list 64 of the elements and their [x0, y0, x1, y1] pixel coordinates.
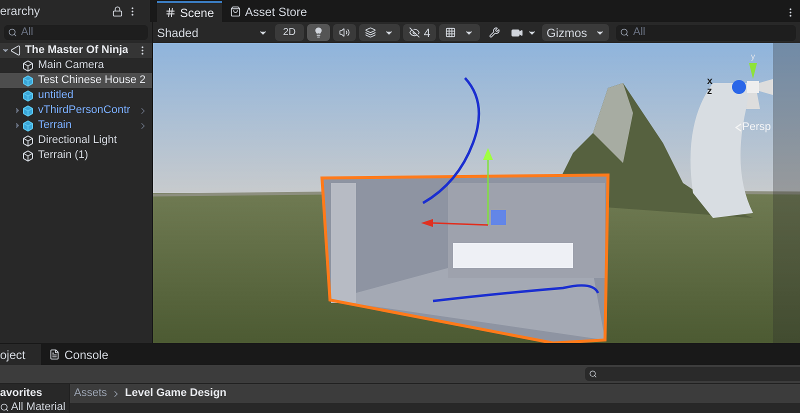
hierarchy-item[interactable]: Terrain (1): [0, 148, 152, 163]
item-label: The Master Of Ninja: [25, 43, 128, 58]
favorites-item[interactable]: All Material: [0, 400, 69, 413]
item-label: vThirdPersonContr: [38, 103, 130, 118]
hierarchy-item[interactable]: Test Chinese House 2: [0, 73, 152, 88]
layers-icon: [364, 27, 376, 38]
item-label: Test Chinese House 2: [38, 73, 146, 88]
effects-dropdown[interactable]: [358, 24, 400, 41]
grid-icon: [165, 7, 176, 18]
audio-toggle[interactable]: [332, 24, 356, 41]
favorites-header[interactable]: avorites: [0, 386, 69, 400]
camera-icon: [511, 26, 524, 38]
hierarchy-tab[interactable]: erarchy: [0, 0, 150, 22]
search-icon: [0, 402, 9, 412]
prefab-cube-icon: [22, 90, 34, 102]
2d-toggle[interactable]: 2D: [275, 24, 304, 41]
hierarchy-item[interactable]: untitled: [0, 88, 152, 103]
breadcrumb-item[interactable]: Level Game Design: [125, 385, 227, 402]
tools-icon: [489, 27, 500, 38]
search-placeholder: All: [633, 25, 646, 40]
axis-label: x: [707, 77, 713, 87]
hidden-eye-icon: [408, 27, 420, 38]
expand-arrow-icon[interactable]: [0, 46, 10, 55]
unity-scene-icon: [10, 45, 21, 56]
search-icon: [620, 28, 630, 37]
prefab-cube-icon: [22, 104, 34, 116]
axis-label: y: [751, 53, 755, 61]
project-tab[interactable]: Console: [41, 344, 116, 365]
cube-icon: [22, 134, 34, 146]
prefab-cube-icon: [22, 120, 34, 132]
hierarchy-item[interactable]: vThirdPersonContr: [0, 103, 152, 118]
cube-icon: [22, 150, 34, 162]
hidden-count: 4: [424, 24, 430, 42]
prefab-cube-icon: [22, 74, 34, 86]
breadcrumb-item[interactable]: Assets: [74, 385, 108, 402]
search-icon: [8, 28, 17, 37]
bag-icon: [230, 6, 242, 17]
grid-icon: [445, 27, 456, 38]
project-search-field[interactable]: [585, 367, 800, 381]
visibility-toggle[interactable]: 4: [402, 24, 436, 41]
hierarchy-item[interactable]: Terrain: [0, 118, 152, 133]
speaker-icon: [338, 27, 350, 38]
item-label: Directional Light: [38, 133, 117, 148]
lightbulb-icon: [312, 27, 324, 38]
console-icon: [49, 349, 60, 360]
item-label: Terrain (1): [38, 148, 88, 164]
hierarchy-item[interactable]: Main Camera: [0, 58, 152, 73]
item-label: untitled: [38, 88, 74, 104]
item-label: Main Camera: [38, 58, 104, 74]
scene-tab[interactable]: Asset Store: [222, 1, 316, 22]
search-placeholder: All: [21, 25, 34, 40]
gizmos-dropdown[interactable]: Gizmos: [542, 24, 610, 41]
axis-label: z: [707, 87, 713, 97]
search-icon: [589, 370, 597, 378]
lighting-toggle[interactable]: [306, 24, 330, 41]
hierarchy-item[interactable]: The Master Of Ninja: [0, 43, 152, 58]
lock-icon[interactable]: [112, 6, 123, 16]
scene-tab[interactable]: Scene: [157, 1, 222, 22]
hierarchy-item[interactable]: Directional Light: [0, 133, 152, 148]
item-label: Terrain: [38, 118, 72, 134]
shading-dropdown[interactable]: Shaded: [157, 24, 272, 42]
project-tab[interactable]: oject: [0, 344, 42, 365]
grid-dropdown[interactable]: [439, 24, 480, 41]
cube-icon: [22, 60, 34, 72]
